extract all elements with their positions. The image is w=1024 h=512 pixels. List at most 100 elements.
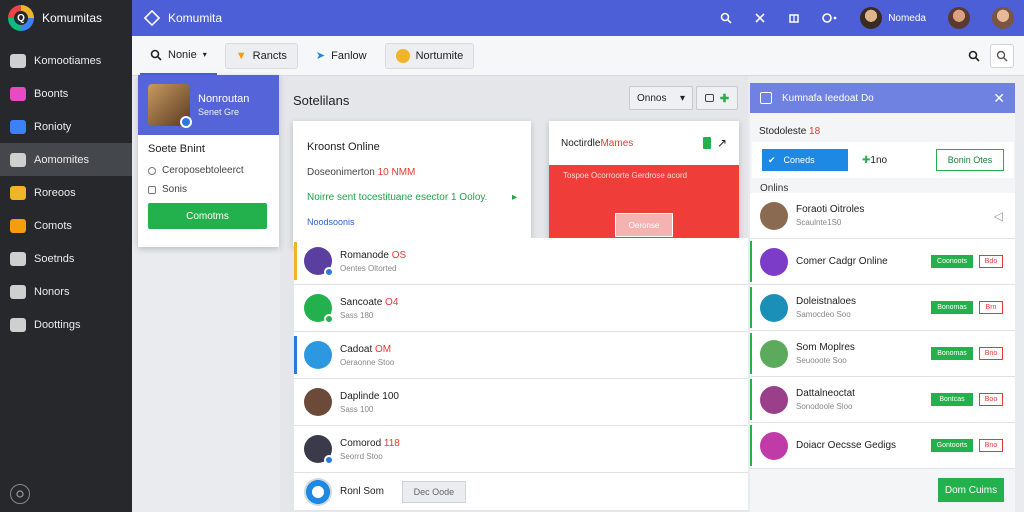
list-item[interactable]: Doiacr Oecsse Gedigs Gontoorts Bno: [750, 423, 1015, 469]
online-card-more-link[interactable]: Noodsoonis: [307, 217, 517, 227]
sidebar-item-label: Soetnds: [34, 252, 75, 265]
accept-button[interactable]: Coonoots: [931, 255, 973, 268]
search-button[interactable]: [990, 43, 1014, 68]
avatar[interactable]: [992, 7, 1014, 29]
close-icon[interactable]: [754, 12, 766, 24]
sidebar-item[interactable]: Ronioty: [0, 110, 132, 143]
list-item[interactable]: Doleistnaloes Samocdeo Soo Bonomas Brn: [750, 285, 1015, 331]
avatar: [304, 435, 334, 465]
user-menu[interactable]: Nomeda: [860, 7, 926, 29]
avatar: [304, 247, 334, 277]
view-toggle[interactable]: ✚: [696, 86, 738, 110]
sidebar-item[interactable]: Komootiames: [0, 44, 132, 77]
row-actions: Bonomas Bno: [931, 347, 1015, 360]
filter-select[interactable]: Onnos ▾: [629, 86, 693, 110]
toggle-icon[interactable]: [822, 12, 838, 24]
tab-nonie[interactable]: Nonie ▾: [140, 37, 217, 75]
avatar: [760, 339, 788, 368]
tab-fanlow[interactable]: ➤ Fanlow: [306, 43, 377, 69]
list-item[interactable]: Sancoate O4 Sass 180: [294, 285, 748, 332]
radio-label: Ceroposebtoleerct: [162, 165, 244, 176]
decline-button[interactable]: Bno: [979, 439, 1003, 452]
profile-avatar[interactable]: [148, 84, 192, 128]
colorful-app-icon: [10, 185, 26, 200]
list-item[interactable]: Comorod 118 Seorrd Stoo: [294, 426, 748, 473]
sidebar-item[interactable]: Roreoos: [0, 176, 132, 209]
footer-action-button[interactable]: Dom Cuims: [938, 478, 1004, 502]
search-icon[interactable]: [720, 12, 732, 24]
decline-button[interactable]: Brn: [979, 301, 1003, 314]
sidebar-item[interactable]: Doottings: [0, 308, 132, 341]
list-item-name: Som Moplres: [796, 342, 855, 353]
notification-card: NoctirdleMames ↗ Tospoe Ocorroorte Gerdr…: [549, 121, 739, 246]
footer-button[interactable]: Dec Oode: [401, 480, 466, 503]
list-item[interactable]: Cadoat OM Oeraonne Stoo: [294, 332, 748, 379]
list-item-text: Comer Cadgr Online: [796, 256, 888, 267]
section-title-text: Stodoleste: [759, 126, 807, 137]
radio-option[interactable]: Ceroposebtoleerct: [148, 165, 269, 176]
avatar: [304, 477, 332, 506]
list-item-sub: Scaulnte1S0: [796, 218, 842, 227]
tab-label: Nortumite: [415, 49, 464, 62]
sidebar-item[interactable]: Boonts: [0, 77, 132, 110]
list-icon: [10, 152, 26, 167]
decline-button[interactable]: Bno: [979, 347, 1003, 360]
sidebar-item[interactable]: Aomomites: [0, 143, 132, 176]
online-card-link[interactable]: Noirre sent tocestituane esector 1 Ooloy…: [307, 192, 517, 203]
accept-button[interactable]: Bonomas: [931, 347, 973, 360]
settings-circle-icon[interactable]: [10, 484, 30, 504]
name-badge: OS: [391, 249, 407, 261]
list-item[interactable]: Comer Cadgr Online Coonoots Bdo: [750, 239, 1015, 285]
line-text: Doseonimerton: [307, 167, 375, 178]
app-brand[interactable]: Q Komumitas: [0, 0, 132, 36]
online-card: Kroonst Online Doseonimerton 10 NMM Noir…: [293, 121, 531, 246]
primary-button[interactable]: ✔ Coneds: [762, 149, 848, 171]
list-item-name: Comer Cadgr Online: [796, 256, 888, 267]
sidebar-item-label: Doottings: [34, 318, 81, 331]
list-item-sub: Sass 100: [340, 404, 374, 414]
accept-button[interactable]: Bonomas: [931, 301, 973, 314]
decline-button[interactable]: Bdo: [979, 255, 1003, 268]
radio-option[interactable]: Sonis: [148, 184, 269, 195]
notification-title-text: Noctirdle: [561, 137, 601, 149]
speaker-icon[interactable]: ◁: [994, 209, 1003, 223]
row-accent-bar: [294, 242, 297, 280]
plus-icon: ✚: [719, 92, 730, 105]
avatar: [304, 341, 332, 369]
accept-button[interactable]: Gontoorts: [931, 439, 973, 452]
secondary-button[interactable]: Bonin Otes: [936, 149, 1004, 171]
package-icon[interactable]: [788, 12, 800, 24]
list-item-name: Dattalneoctat: [796, 388, 855, 399]
sidebar-nav: Komootiames Boonts Ronioty Aomomites Roreoos…: [0, 44, 132, 341]
right-panel-header: Kumnafa Ieedoat Do ✕: [750, 83, 1015, 113]
name-text: Sancoate: [340, 296, 383, 308]
row-accent-bar: [750, 379, 752, 420]
search-icon[interactable]: [968, 50, 980, 62]
list-item-name: Romanode OS: [340, 250, 406, 261]
tab-rancts[interactable]: ▼ Rancts: [224, 42, 298, 69]
list-item[interactable]: Dattalneoctat Sonodoole Sloo Bontcas Boo: [750, 377, 1015, 423]
list-item[interactable]: Foraoti Oitroles Scaulnte1S0 ◁: [750, 193, 1015, 239]
phone-icon[interactable]: [702, 137, 711, 149]
list-item[interactable]: Romanode OS Oentes Oltorted: [294, 238, 748, 285]
list-item[interactable]: Som Moplres Seuooote Soo Bonomas Bno: [750, 331, 1015, 377]
link-text: Noirre sent tocestituane esector 1 Ooloy…: [307, 192, 488, 203]
page-title: Sotelilans: [293, 93, 350, 108]
accept-button[interactable]: Bontcas: [931, 393, 973, 406]
sidebar-item[interactable]: Comots: [0, 209, 132, 242]
decline-button[interactable]: Boo: [979, 393, 1003, 406]
arrow-icon[interactable]: ↗: [717, 136, 727, 150]
window-title-text: Komumita: [168, 11, 223, 25]
sidebar-item[interactable]: Nonors: [0, 275, 132, 308]
tab-nortumite[interactable]: Nortumite: [384, 42, 475, 69]
sidebar-item[interactable]: Soetnds: [0, 242, 132, 275]
avatar[interactable]: [948, 7, 970, 29]
list-item[interactable]: Daplinde 100 Sass 100: [294, 379, 748, 426]
notification-subtitle: Tospoe Ocorroorte Gerdrose acord: [563, 171, 688, 180]
list-item-name: Doleistnaloes: [796, 296, 857, 307]
avatar: [304, 294, 334, 324]
profile-action-button[interactable]: Comotms: [148, 203, 267, 229]
close-icon[interactable]: ✕: [993, 90, 1005, 107]
notification-button[interactable]: Oeronse: [615, 213, 673, 237]
home-icon: [10, 53, 26, 68]
